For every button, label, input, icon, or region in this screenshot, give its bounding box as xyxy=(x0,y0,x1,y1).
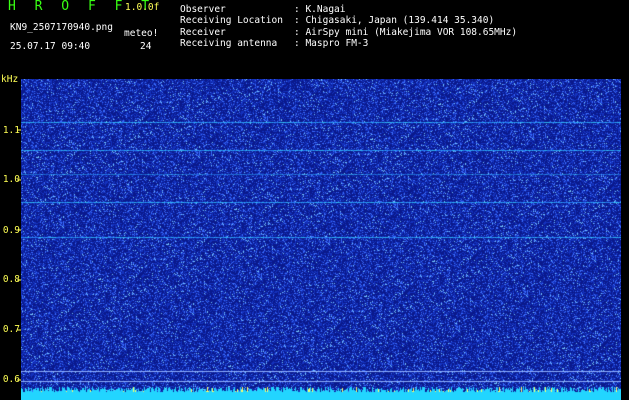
y-axis-ticks xyxy=(17,129,21,381)
axis-overlay xyxy=(17,129,21,381)
